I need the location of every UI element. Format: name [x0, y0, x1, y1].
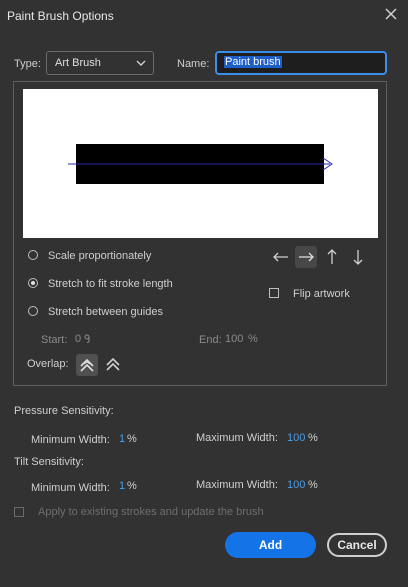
overlap-adjust-icon	[80, 358, 94, 372]
pressure-min-width-label: Minimum Width:	[31, 434, 110, 446]
add-button[interactable]: Add	[225, 532, 316, 558]
tilt-min-width-label: Minimum Width:	[31, 482, 110, 494]
tilt-sensitivity-heading: Tilt Sensitivity:	[14, 456, 84, 468]
stretch-to-fit-label[interactable]: Stretch to fit stroke length	[48, 278, 173, 290]
direction-down-button[interactable]	[347, 246, 369, 268]
scale-proportionately-radio[interactable]	[28, 250, 38, 260]
chevron-down-icon	[136, 60, 146, 66]
dialog-title: Paint Brush Options	[7, 9, 114, 23]
cancel-button[interactable]: Cancel	[327, 533, 387, 557]
close-icon[interactable]	[383, 6, 399, 22]
end-label: End:	[199, 334, 222, 346]
overlap-adjust-button[interactable]	[76, 354, 98, 376]
name-label: Name:	[177, 58, 210, 70]
pressure-max-width-unit: %	[308, 432, 318, 444]
direction-up-button[interactable]	[321, 246, 343, 268]
brush-preview	[23, 89, 378, 238]
stretch-to-fit-radio[interactable]	[28, 278, 38, 288]
pressure-min-width-value[interactable]: 1	[119, 433, 125, 445]
overlap-none-icon	[106, 357, 120, 371]
apply-existing-checkbox[interactable]	[14, 507, 24, 517]
name-input-value: Paint brush	[224, 56, 282, 68]
start-label: Start:	[41, 334, 68, 346]
type-dropdown[interactable]: Art Brush	[46, 51, 154, 75]
tilt-min-width-value[interactable]: 1	[119, 480, 125, 492]
pressure-max-width-label: Maximum Width:	[196, 432, 278, 444]
brush-preview-graphic	[68, 144, 333, 184]
start-value: 0	[75, 333, 82, 345]
arrow-down-icon	[353, 250, 363, 265]
apply-existing-label: Apply to existing strokes and update the…	[38, 506, 264, 518]
pressure-min-width-unit: %	[127, 433, 137, 445]
end-value: 100	[225, 333, 244, 345]
stretch-between-guides-radio[interactable]	[28, 306, 38, 316]
type-dropdown-value: Art Brush	[55, 57, 101, 69]
flip-artwork-label[interactable]: Flip artwork	[293, 288, 350, 300]
pressure-max-width-value[interactable]: 100	[287, 432, 305, 444]
stretch-between-guides-label[interactable]: Stretch between guides	[48, 306, 163, 318]
tilt-min-width-unit: %	[127, 480, 137, 492]
arrow-up-icon	[327, 249, 337, 264]
type-label: Type:	[14, 58, 41, 70]
direction-left-button[interactable]	[270, 246, 292, 268]
direction-right-button[interactable]	[295, 246, 317, 268]
overlap-none-button[interactable]	[102, 354, 124, 376]
end-unit: %	[248, 333, 258, 345]
name-input[interactable]: Paint brush	[215, 51, 387, 75]
scale-proportionately-label[interactable]: Scale proportionately	[48, 250, 151, 262]
point-unit-icon	[84, 334, 90, 343]
arrow-left-icon	[273, 252, 288, 262]
flip-artwork-checkbox[interactable]	[269, 288, 279, 298]
overlap-label: Overlap:	[27, 358, 69, 370]
tilt-max-width-value[interactable]: 100	[287, 479, 305, 491]
tilt-max-width-unit: %	[308, 479, 318, 491]
tilt-max-width-label: Maximum Width:	[196, 479, 278, 491]
pressure-sensitivity-heading: Pressure Sensitivity:	[14, 405, 114, 417]
arrow-right-icon	[299, 252, 314, 262]
